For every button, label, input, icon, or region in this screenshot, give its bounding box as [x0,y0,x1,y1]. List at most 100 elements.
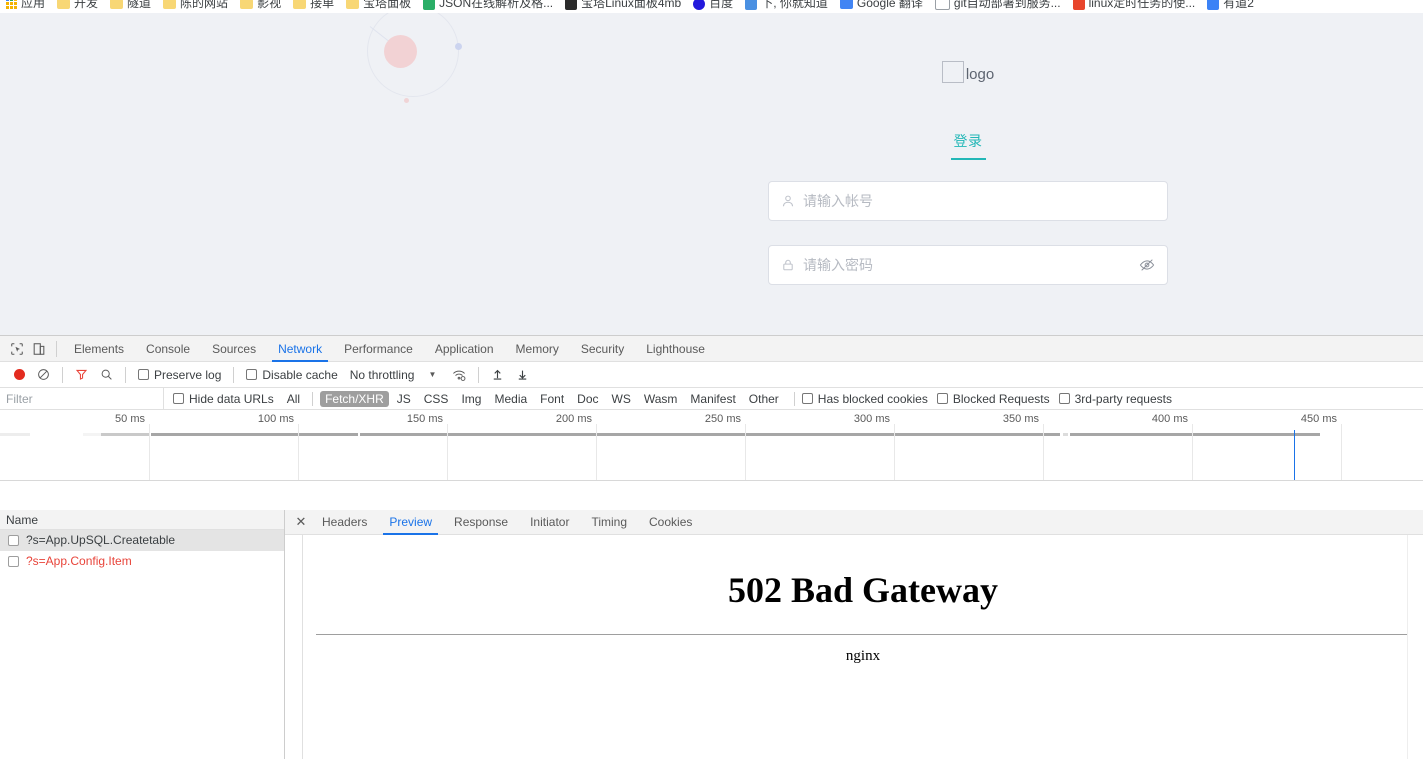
chevron-down-icon[interactable]: ▼ [416,370,446,379]
bookmark-item[interactable]: 开发 [51,0,104,13]
overview-bar-segment [151,433,358,436]
bookmark-item[interactable]: linux定时任务的使... [1067,0,1202,13]
google-translate-icon [839,0,853,9]
bookmark-item[interactable]: 百度 [687,0,739,13]
type-filter-all[interactable]: All [282,391,305,407]
type-filter-css[interactable]: CSS [419,391,454,407]
devtools-tab-console[interactable]: Console [135,336,201,362]
tab-login[interactable]: 登录 [950,131,986,160]
bookmark-item[interactable]: 隧道 [104,0,157,13]
type-filter-media[interactable]: Media [489,391,532,407]
bookmark-item[interactable]: 宝塔Linux面板4mb [559,0,687,13]
bookmark-item[interactable]: 影视 [234,0,287,13]
throttling-select[interactable]: No throttling [344,368,417,382]
devtools-tab-lighthouse[interactable]: Lighthouse [635,336,716,362]
bookmark-item[interactable]: JSON在线解析及格... [417,0,559,13]
close-icon[interactable]: ✕ [291,512,311,532]
inspect-element-icon[interactable] [6,338,28,360]
network-conditions-icon[interactable] [446,362,472,388]
blocked-requests-checkbox[interactable]: Blocked Requests [936,392,1050,406]
network-overview-timeline[interactable]: 50 ms 100 ms 150 ms 200 ms 250 ms 300 ms 350 m… [0,410,1423,481]
export-har-icon[interactable] [510,362,535,388]
bookmark-item[interactable]: 陈的网站 [157,0,234,13]
filter-input[interactable]: Filter [0,387,164,410]
detail-tab-headers[interactable]: Headers [311,510,378,535]
third-party-requests-checkbox[interactable]: 3rd-party requests [1058,392,1172,406]
devtools-tab-sources[interactable]: Sources [201,336,267,362]
bookmark-label: 陈的网站 [180,0,229,10]
request-detail-pane: ✕ Headers Preview Response Initiator Timing C… [285,510,1423,759]
bookmark-item[interactable]: 有道2 [1201,0,1260,13]
hide-data-urls-checkbox[interactable]: Hide data URLs [173,392,274,406]
checkbox-box[interactable] [936,393,948,404]
bookmark-label: 开发 [74,0,99,10]
timeline-gridline [596,424,597,480]
timeline-tick-label: 300 ms [853,413,890,425]
devtools-panel: Elements Console Sources Network Performance… [0,335,1423,759]
devtools-tab-network[interactable]: Network [267,336,333,362]
type-filter-manifest[interactable]: Manifest [685,391,740,407]
decorative-dot-small [455,43,462,50]
bookmark-label: git自动部署到服务... [953,0,1061,10]
checkbox-box[interactable] [801,393,813,404]
devtools-tabbar: Elements Console Sources Network Performance… [0,336,1423,362]
devtools-tab-elements[interactable]: Elements [63,336,135,362]
checkbox-box[interactable] [1058,393,1070,404]
divider [793,391,795,406]
request-row[interactable]: ?s=App.UpSQL.Createtable [0,530,284,551]
password-field[interactable]: 请输入密码 [768,245,1168,285]
clear-button[interactable] [31,362,56,388]
bookmark-item[interactable]: git自动部署到服务... [929,0,1067,13]
bookmark-item[interactable]: 应用 [0,0,51,13]
devtools-tab-memory[interactable]: Memory [505,336,570,362]
column-header-name[interactable]: Name [0,510,284,530]
type-filter-fetch-xhr[interactable]: Fetch/XHR [320,390,389,407]
browser-window: 应用 开发 隧道 陈的网站 影视 接单 宝塔面板 JSON在线解析及格... 宝塔Linux面板… [0,0,1423,759]
type-filter-ws[interactable]: WS [607,391,636,407]
checkbox-box[interactable] [246,369,258,380]
record-button[interactable] [8,362,31,388]
checkbox-box[interactable] [138,369,149,380]
filter-icon[interactable] [69,362,94,388]
password-input[interactable]: 请输入密码 [803,255,1139,275]
detail-tab-preview[interactable]: Preview [378,510,443,535]
bookmark-item[interactable]: 下, 你就知道 [739,0,834,13]
device-toolbar-icon[interactable] [28,338,50,360]
search-icon[interactable] [94,362,119,388]
type-filter-other[interactable]: Other [744,391,784,407]
bookmark-label: 宝塔Linux面板4mb [581,0,682,10]
type-filter-img[interactable]: Img [456,391,486,407]
account-input[interactable]: 请输入帐号 [803,191,1155,211]
bookmark-item[interactable]: 接单 [287,0,340,13]
detail-tab-response[interactable]: Response [443,510,519,535]
preserve-log-checkbox[interactable]: Preserve log [132,368,227,382]
request-row[interactable]: ?s=App.Config.Item [0,551,284,572]
eye-slash-icon[interactable] [1139,257,1155,273]
timeline-tick-label: 50 ms [115,413,145,425]
type-filter-js[interactable]: JS [392,391,416,407]
account-field[interactable]: 请输入帐号 [768,181,1168,221]
type-filter-wasm[interactable]: Wasm [639,391,683,407]
bookmark-item[interactable]: Google 翻译 [834,0,929,13]
request-checkbox[interactable] [8,534,19,546]
timeline-tick-label: 150 ms [406,413,443,425]
import-har-icon[interactable] [485,362,510,388]
logo-text: logo [965,66,995,83]
request-list-pane: Name ?s=App.UpSQL.Createtable ?s=App.Conf… [0,510,285,759]
detail-tab-cookies[interactable]: Cookies [638,510,703,535]
checkbox-box[interactable] [173,393,184,404]
bookmark-item[interactable]: 宝塔面板 [340,0,417,13]
detail-tab-timing[interactable]: Timing [580,510,638,535]
timeline-tick-label: 350 ms [1002,413,1039,425]
devtools-tab-performance[interactable]: Performance [333,336,424,362]
type-filter-doc[interactable]: Doc [572,391,603,407]
timeline-gridline [894,424,895,480]
request-checkbox[interactable] [8,555,19,567]
disable-cache-checkbox[interactable]: Disable cache [240,368,343,382]
devtools-tab-security[interactable]: Security [570,336,635,362]
has-blocked-cookies-checkbox[interactable]: Has blocked cookies [801,392,928,406]
preview-scrollbar[interactable] [1407,535,1423,759]
detail-tab-initiator[interactable]: Initiator [519,510,580,535]
devtools-tab-application[interactable]: Application [424,336,505,362]
type-filter-font[interactable]: Font [535,391,569,407]
